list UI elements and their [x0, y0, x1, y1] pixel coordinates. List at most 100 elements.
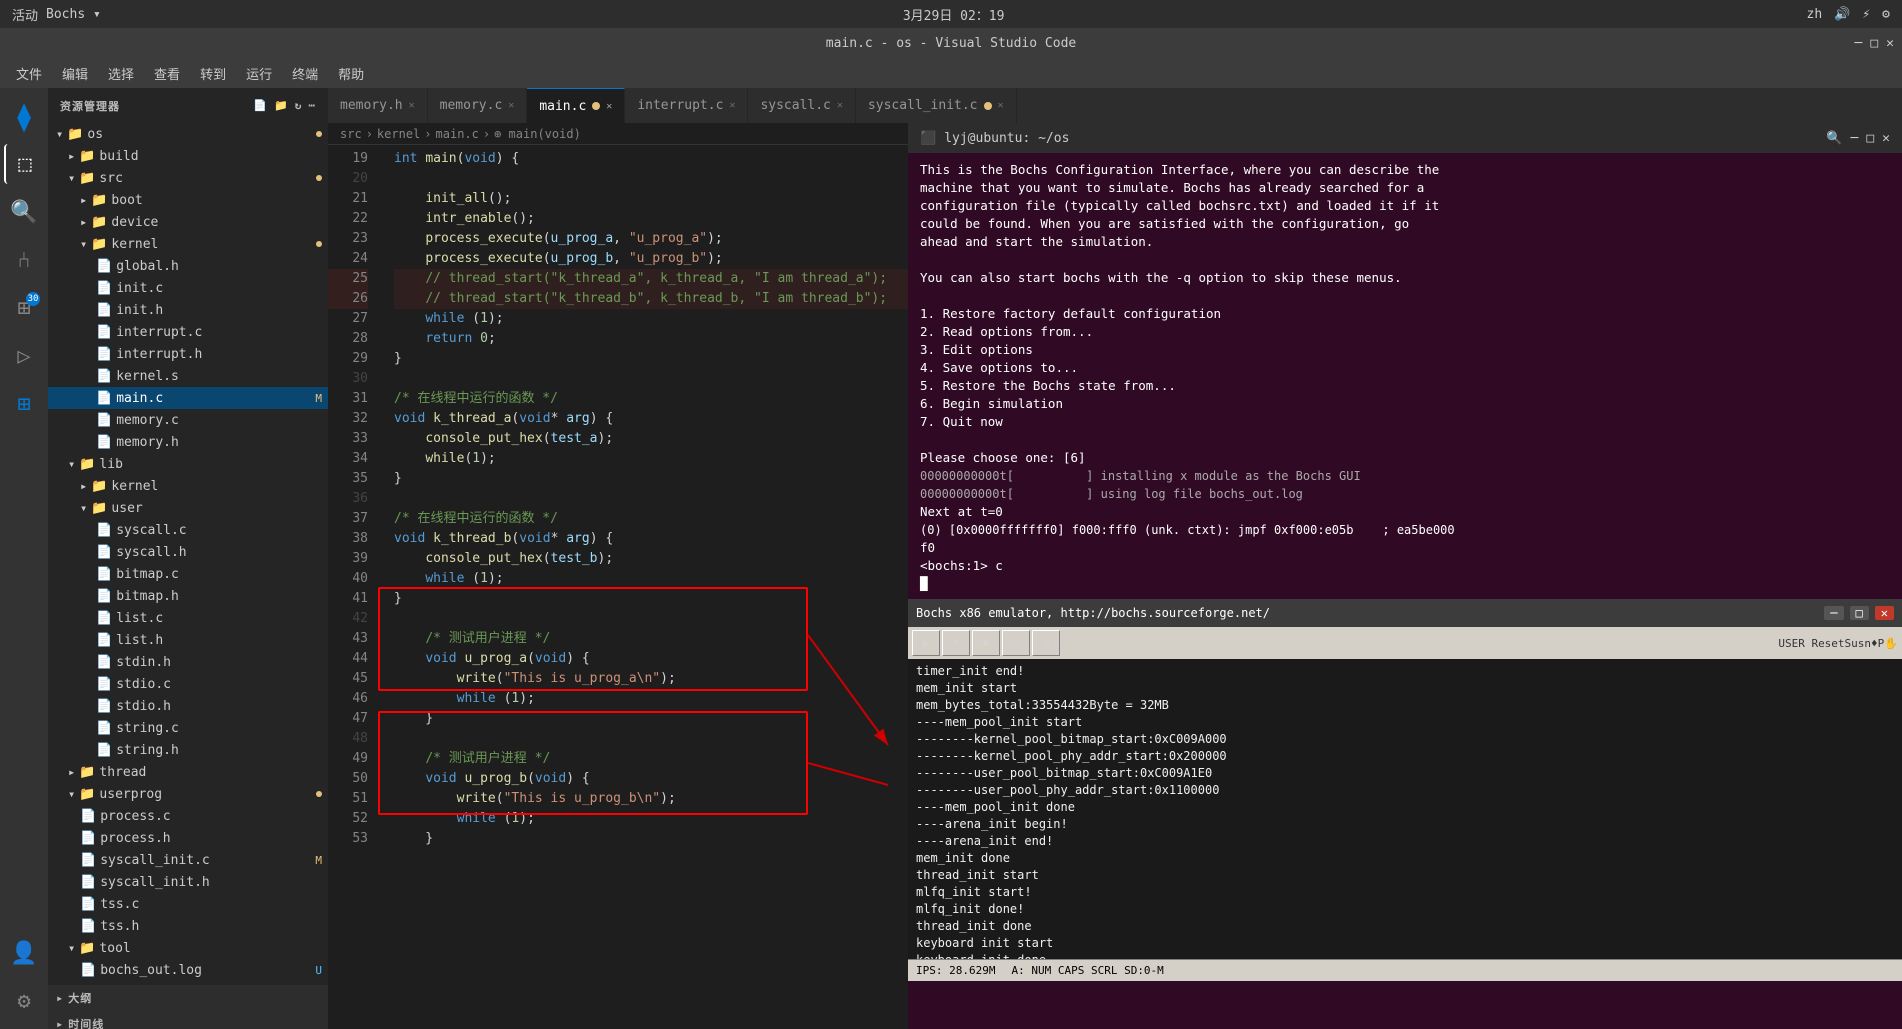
activity-source-control[interactable]: ⑃: [4, 240, 44, 280]
tree-syscall-c[interactable]: 📄 syscall.c: [48, 519, 328, 541]
tab-memory-c[interactable]: memory.c ✕: [428, 88, 528, 123]
tree-init-c[interactable]: 📄 init.c: [48, 277, 328, 299]
terminal-content[interactable]: This is the Bochs Configuration Interfac…: [908, 153, 1902, 599]
collapse-all-icon[interactable]: ⋯: [308, 99, 316, 112]
tree-userprog[interactable]: ▾ 📁 userprog: [48, 783, 328, 805]
activity-vscode-logo[interactable]: ⧫: [4, 96, 44, 136]
tree-string-h[interactable]: 📄 string.h: [48, 739, 328, 761]
menu-terminal[interactable]: 终端: [284, 60, 326, 87]
terminal-minimize-icon[interactable]: ─: [1851, 131, 1859, 146]
breadcrumb-mainfn[interactable]: ⊕ main(void): [494, 127, 581, 141]
maximize-button[interactable]: □: [1870, 36, 1878, 51]
bochs-btn-3[interactable]: ⏹: [972, 630, 1000, 656]
bochs-maximize-button[interactable]: □: [1850, 606, 1869, 620]
tree-stdio-h[interactable]: 📄 stdio.h: [48, 695, 328, 717]
tree-process-c[interactable]: 📄 process.c: [48, 805, 328, 827]
activity-explorer[interactable]: ⬚: [4, 144, 44, 184]
menu-file[interactable]: 文件: [8, 60, 50, 87]
tree-lib-user[interactable]: ▾ 📁 user: [48, 497, 328, 519]
tree-thread[interactable]: ▸ 📁 thread: [48, 761, 328, 783]
tab-syscall-c[interactable]: syscall.c ✕: [748, 88, 855, 123]
tree-timeline-section[interactable]: ▸ 时间线: [48, 1011, 328, 1029]
tree-outline-section[interactable]: ▸ 大纲: [48, 985, 328, 1011]
tree-kernel-s[interactable]: 📄 kernel.s: [48, 365, 328, 387]
tree-syscall-init-c[interactable]: 📄 syscall_init.c M: [48, 849, 328, 871]
tab-interrupt-c[interactable]: interrupt.c ✕: [625, 88, 748, 123]
power-icon[interactable]: ⚡: [1862, 7, 1870, 22]
tree-bitmap-c[interactable]: 📄 bitmap.c: [48, 563, 328, 585]
tree-stdio-c[interactable]: 📄 stdio.c: [48, 673, 328, 695]
activity-account[interactable]: 👤: [4, 933, 44, 973]
tree-syscall-h[interactable]: 📄 syscall.h: [48, 541, 328, 563]
terminal-maximize-icon[interactable]: □: [1866, 131, 1874, 146]
menu-select[interactable]: 选择: [100, 60, 142, 87]
tree-device[interactable]: ▸ 📁 device: [48, 211, 328, 233]
bochs-btn-1[interactable]: ▶: [912, 630, 940, 656]
tab-memory-h-close[interactable]: ✕: [409, 100, 415, 111]
tree-global-h[interactable]: 📄 global.h: [48, 255, 328, 277]
app-name[interactable]: Bochs ▾: [46, 7, 101, 22]
tree-stdin-h[interactable]: 📄 stdin.h: [48, 651, 328, 673]
tree-list-c[interactable]: 📄 list.c: [48, 607, 328, 629]
tree-bitmap-h[interactable]: 📄 bitmap.h: [48, 585, 328, 607]
new-folder-icon[interactable]: 📁: [274, 99, 289, 112]
breadcrumb-mainc[interactable]: main.c: [436, 127, 479, 141]
activity-search[interactable]: 🔍: [4, 192, 44, 232]
refresh-icon[interactable]: ↻: [295, 99, 303, 112]
activity-remote[interactable]: ⊞: [4, 384, 44, 424]
tab-main-c-close[interactable]: ✕: [606, 101, 612, 112]
tab-syscall-init-c[interactable]: syscall_init.c ✕: [856, 88, 1017, 123]
tree-lib[interactable]: ▾ 📁 lib: [48, 453, 328, 475]
bochs-btn-5[interactable]: ⚙: [1032, 630, 1060, 656]
tab-syscall-init-c-close[interactable]: ✕: [998, 100, 1004, 111]
terminal-search-icon[interactable]: 🔍: [1826, 131, 1842, 146]
bochs-close-button[interactable]: ✕: [1875, 606, 1894, 620]
tree-boot[interactable]: ▸ 📁 boot: [48, 189, 328, 211]
tree-tss-c[interactable]: 📄 tss.c: [48, 893, 328, 915]
tree-process-h[interactable]: 📄 process.h: [48, 827, 328, 849]
activity-settings[interactable]: ⚙: [4, 981, 44, 1021]
tree-interrupt-h[interactable]: 📄 interrupt.h: [48, 343, 328, 365]
tab-interrupt-c-close[interactable]: ✕: [729, 100, 735, 111]
activity-extensions[interactable]: ⊞ 30: [4, 288, 44, 328]
tree-memory-c[interactable]: 📄 memory.c: [48, 409, 328, 431]
close-button[interactable]: ✕: [1886, 36, 1894, 51]
tree-main-c[interactable]: 📄 main.c M: [48, 387, 328, 409]
tree-build[interactable]: ▸ 📁 build: [48, 145, 328, 167]
tab-syscall-c-close[interactable]: ✕: [837, 100, 843, 111]
tree-syscall-init-h[interactable]: 📄 syscall_init.h: [48, 871, 328, 893]
bochs-minimize-button[interactable]: ─: [1824, 606, 1843, 620]
tree-string-c[interactable]: 📄 string.c: [48, 717, 328, 739]
tree-src[interactable]: ▾ 📁 src: [48, 167, 328, 189]
code-text[interactable]: int main(void) { init_all(); intr_enable…: [378, 145, 908, 1029]
tree-kernel[interactable]: ▾ 📁 kernel: [48, 233, 328, 255]
menu-help[interactable]: 帮助: [330, 60, 372, 87]
menu-goto[interactable]: 转到: [192, 60, 234, 87]
breadcrumb-src[interactable]: src: [340, 127, 362, 141]
activity-run[interactable]: ▷: [4, 336, 44, 376]
audio-icon[interactable]: 🔊: [1834, 7, 1850, 22]
tree-memory-h-kernel[interactable]: 📄 memory.h: [48, 431, 328, 453]
bochs-btn-2[interactable]: ⏸: [942, 630, 970, 656]
tree-tss-h[interactable]: 📄 tss.h: [48, 915, 328, 937]
tab-memory-c-close[interactable]: ✕: [508, 100, 514, 111]
bochs-output[interactable]: timer_init end! mem_init start mem_bytes…: [908, 659, 1902, 959]
tree-list-h[interactable]: 📄 list.h: [48, 629, 328, 651]
tab-main-c[interactable]: main.c ✕: [527, 88, 625, 123]
new-file-icon[interactable]: 📄: [253, 99, 268, 112]
tree-interrupt-c[interactable]: 📄 interrupt.c: [48, 321, 328, 343]
breadcrumb-kernel[interactable]: kernel: [377, 127, 420, 141]
menu-run[interactable]: 运行: [238, 60, 280, 87]
tab-memory-h[interactable]: memory.h ✕: [328, 88, 428, 123]
tree-bochs-out-log[interactable]: 📄 bochs_out.log U: [48, 959, 328, 981]
minimize-button[interactable]: ─: [1855, 36, 1863, 51]
tree-tool[interactable]: ▾ 📁 tool: [48, 937, 328, 959]
settings-icon[interactable]: ⚙: [1882, 7, 1890, 22]
terminal-close-icon[interactable]: ✕: [1882, 131, 1890, 146]
menu-edit[interactable]: 编辑: [54, 60, 96, 87]
tree-os[interactable]: ▾ 📁 os: [48, 123, 328, 145]
tree-lib-kernel[interactable]: ▸ 📁 kernel: [48, 475, 328, 497]
menu-view[interactable]: 查看: [146, 60, 188, 87]
tree-init-h[interactable]: 📄 init.h: [48, 299, 328, 321]
bochs-btn-4[interactable]: ↺: [1002, 630, 1030, 656]
